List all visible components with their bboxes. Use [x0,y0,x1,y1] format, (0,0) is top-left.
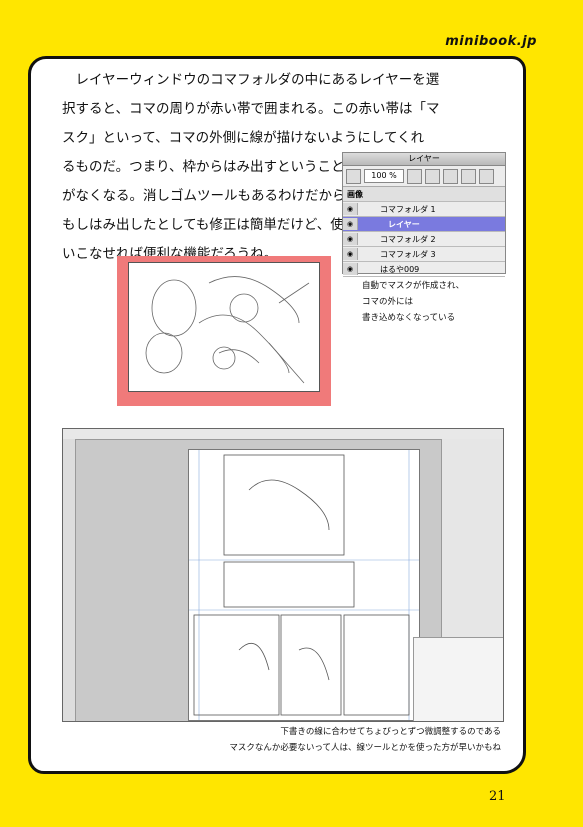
brand-logo: minibook.jp [445,34,537,49]
play-icon [407,168,422,184]
page-number: 21 [489,789,506,804]
eye-icon: ◉ [343,248,358,260]
lock-icon [479,168,494,184]
caption-line: 書き込めなくなっている [362,313,456,323]
caption-top: 自動でマスクが作成され、 コマの外には 書き込めなくなっている [362,278,502,326]
eye-icon: ◉ [343,203,358,215]
caption-line: コマの外には [362,297,414,307]
new-layer-icon [425,168,440,184]
grid-icon [346,168,361,184]
layer-row: ◉ レイヤー [343,217,505,232]
layer-row: 画像 [343,187,505,202]
caption-line: 下書きの線に合わせてちょびっとずつ微調整するのである [280,727,501,737]
layer-row-label: コマフォルダ 2 [380,234,436,244]
caption-line: 自動でマスクが作成され、 [362,281,465,291]
app-canvas [188,449,420,721]
eye-icon: ◉ [343,263,358,275]
layer-panel-title: レイヤー [343,153,505,166]
layer-panel-screenshot: レイヤー 100 % 画像 ◉ コマフォルダ 1 ◉ レイヤー ◉ コマフォルダ… [342,152,506,277]
layer-row-label: コマフォルダ 1 [380,204,436,214]
app-menubar [63,429,503,440]
layer-row: ◉ コマフォルダ 2 [343,232,505,247]
folder-icon [443,168,458,184]
body-line: 択すると、コマの周りが赤い帯で囲まれる。この赤い帯は「マ [62,101,440,117]
app-layer-window [441,439,503,639]
layer-row-label: 画像 [347,189,363,199]
caption-line: マスクなんか必要ないって人は、線ツールとかを使った方が早いかもね [229,743,501,753]
eye-icon: ◉ [343,233,358,245]
caption-bottom: 下書きの線に合わせてちょびっとずつ微調整するのである マスクなんか必要ないって人… [229,724,501,756]
layer-row: ◉ コマフォルダ 1 [343,202,505,217]
trash-icon [461,168,476,184]
manga-sketch [128,262,320,392]
layer-row: ◉ はるや009 [343,262,505,277]
layer-row-label: コマフォルダ 3 [380,249,436,259]
app-navigator-window [413,637,503,721]
layer-row-label: レイヤー [388,219,420,229]
body-line: スク」といって、コマの外側に線が描けないようにしてくれ [62,130,425,146]
layer-panel-toolbar: 100 % [343,166,505,187]
app-toolbox [63,439,76,721]
app-screenshot [62,428,504,722]
body-line: レイヤーウィンドウのコマフォルダの中にあるレイヤーを選 [62,72,440,88]
layer-row: ◉ コマフォルダ 3 [343,247,505,262]
eye-icon: ◉ [343,218,358,230]
opacity-field: 100 % [364,169,404,183]
layer-row-label: はるや009 [380,264,420,274]
